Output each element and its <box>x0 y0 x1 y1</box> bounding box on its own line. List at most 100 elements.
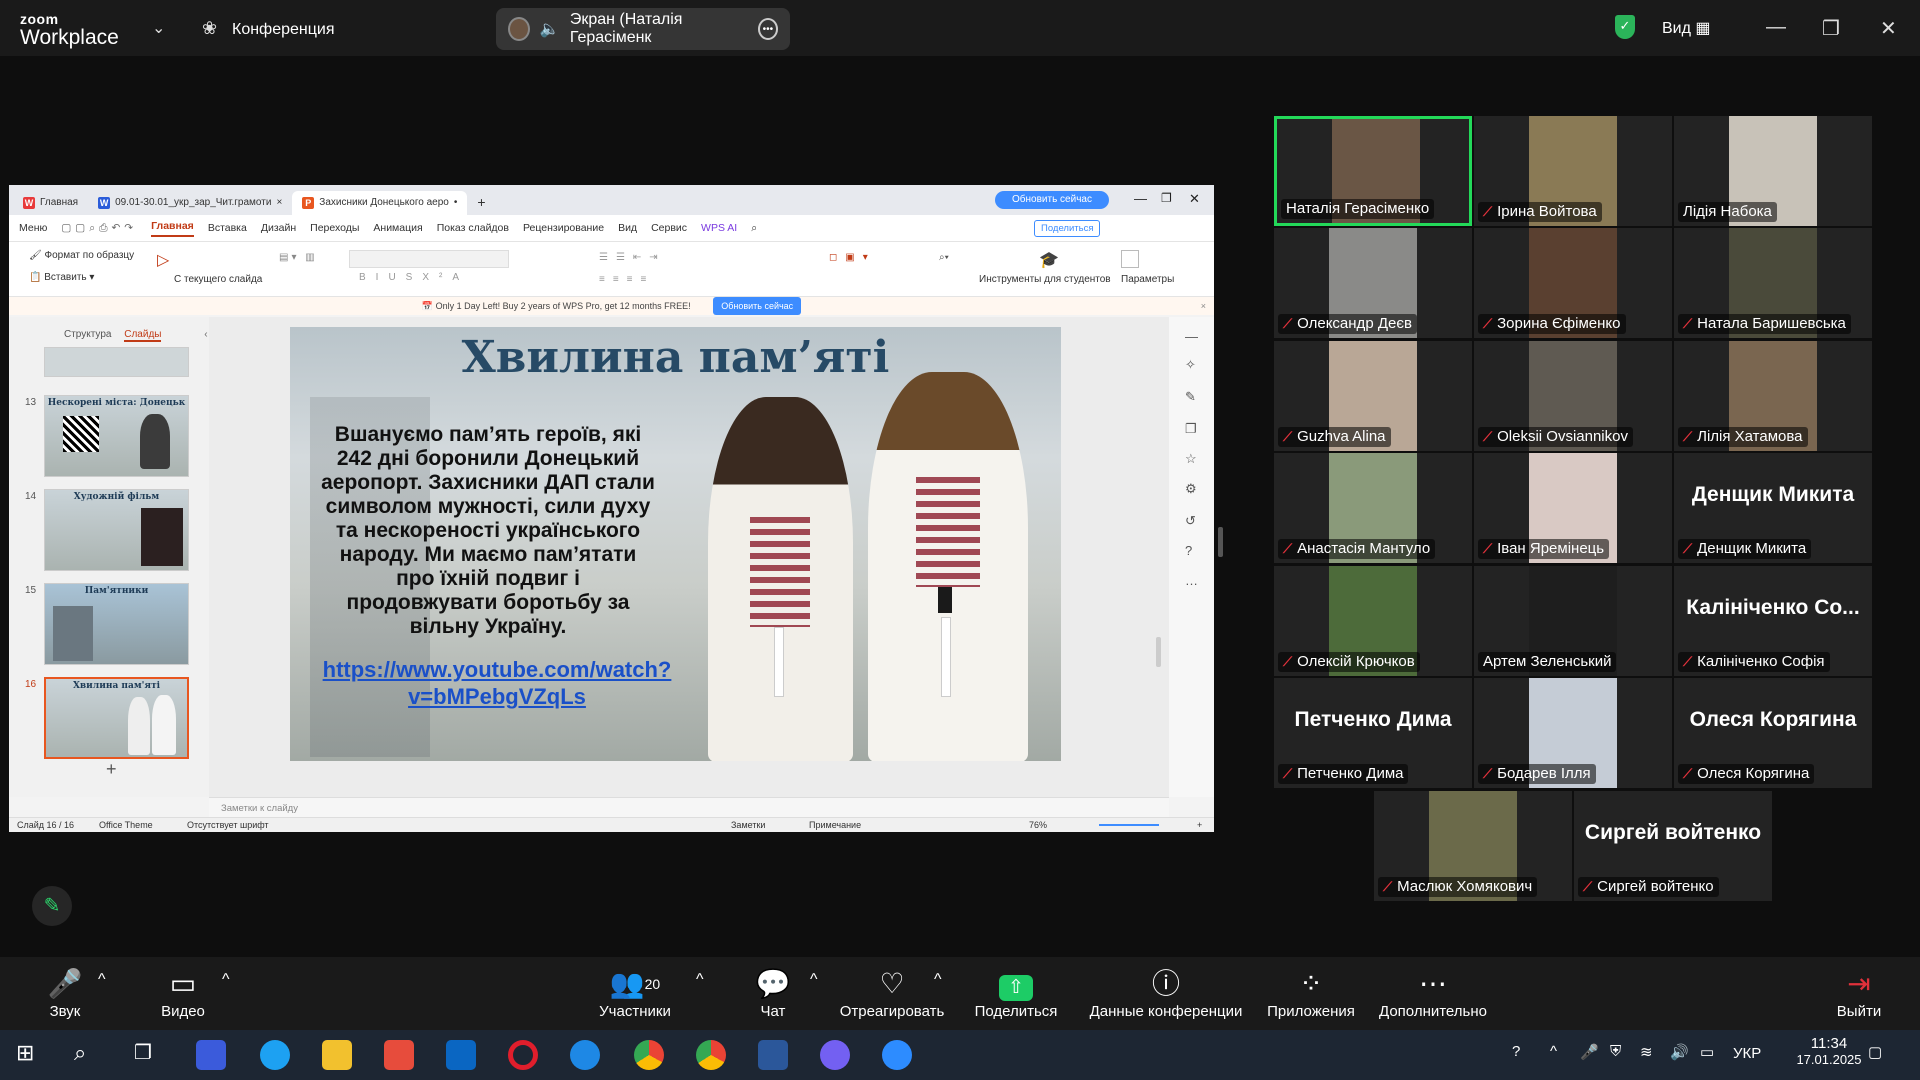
from-current-slide-button[interactable]: С текущего слайда <box>174 274 262 285</box>
restore-icon[interactable]: ❐ <box>1822 16 1840 41</box>
viber-icon[interactable] <box>820 1040 850 1070</box>
more-icon[interactable]: ••• <box>757 18 778 40</box>
participant-tile[interactable]: ⟋ Маслюк Хомякович <box>1374 791 1572 901</box>
menu-item-view[interactable]: Вид <box>618 222 637 234</box>
participant-tile[interactable]: ⟋ Бодарев Ілля <box>1474 678 1672 788</box>
participant-tile[interactable]: ⟋ Олексій Крючков <box>1274 566 1472 676</box>
quick-access-icons[interactable]: ▢▢⌕⎙↶↷ <box>61 222 137 235</box>
new-tab-button[interactable]: + <box>467 191 495 215</box>
save-app-icon[interactable] <box>196 1040 226 1070</box>
wps-tab-home[interactable]: W Главная <box>13 191 88 215</box>
language-indicator[interactable]: УКР <box>1733 1045 1761 1062</box>
magic-icon[interactable]: ✧ <box>1185 357 1196 373</box>
zoom-in-icon[interactable]: + <box>1197 820 1202 830</box>
close-icon[interactable]: ✕ <box>1189 191 1200 207</box>
participant-tile[interactable]: ⟋ Зорина Єфіменко <box>1474 228 1672 338</box>
menu-item-service[interactable]: Сервис <box>651 222 687 234</box>
minimize-icon[interactable]: — <box>1766 16 1786 39</box>
participant-tile[interactable]: ⟋ Іван Яремінець <box>1474 453 1672 563</box>
shape-icons[interactable]: ◻▣▾ <box>829 252 876 263</box>
chat-button[interactable]: 💬 Чат <box>708 967 838 1020</box>
chrome-profile-icon[interactable] <box>696 1040 726 1070</box>
participant-tile[interactable]: ⟋ Лілія Хатамова <box>1674 341 1872 451</box>
chevron-up-icon[interactable]: ^ <box>98 971 106 989</box>
screen-share-indicator[interactable]: 🔈 Экран (Наталія Герасіменк ••• <box>496 8 790 50</box>
menu-item-menu[interactable]: Меню <box>19 222 47 234</box>
zoom-taskbar-icon[interactable] <box>882 1040 912 1070</box>
share-button[interactable]: Поделиться <box>1034 220 1101 237</box>
share-screen-button[interactable]: ⇧ Поделиться <box>951 967 1081 1020</box>
menu-item-design[interactable]: Дизайн <box>261 222 296 234</box>
menu-item-animation[interactable]: Анимация <box>373 222 422 234</box>
chevron-up-icon[interactable]: ^ <box>1550 1043 1557 1060</box>
menu-item-slideshow[interactable]: Показ слайдов <box>437 222 509 234</box>
participant-tile[interactable]: ⟋ Натала Баришевська <box>1674 228 1872 338</box>
annotate-pencil-icon[interactable]: ✎ <box>32 886 72 926</box>
restore-icon[interactable]: ❐ <box>1161 191 1172 205</box>
slide-link[interactable]: https://www.youtube.com/watch? v=bMPebgV… <box>312 656 682 710</box>
battery-icon[interactable]: ▭ <box>1700 1043 1714 1061</box>
participant-tile[interactable]: ⟋ Олександр Деєв <box>1274 228 1472 338</box>
file-explorer-icon[interactable] <box>322 1040 352 1070</box>
notification-icon[interactable]: ▢ <box>1868 1043 1882 1061</box>
chevron-up-icon[interactable]: ^ <box>696 971 704 989</box>
participant-tile[interactable]: Калініченко Со... ⟋ Калініченко Софія <box>1674 566 1872 676</box>
audio-button[interactable]: 🎤 Звук <box>0 967 130 1020</box>
graduation-cap-icon[interactable]: 🎓 <box>1039 250 1059 270</box>
theme-name[interactable]: Office Theme <box>99 820 153 830</box>
slide-thumb-14[interactable]: Художній фільм <box>44 489 189 571</box>
notes-toggle[interactable]: Заметки <box>731 820 765 830</box>
slide-thumb-15[interactable]: Пам'ятники <box>44 583 189 665</box>
security-shield-icon[interactable]: ✓ <box>1615 15 1635 39</box>
font-warning[interactable]: Отсутствует шрифт <box>187 820 269 830</box>
style-icon[interactable]: ✎ <box>1185 389 1196 405</box>
zoom-slider[interactable] <box>1099 824 1159 826</box>
find-icon[interactable]: ⌕▾ <box>939 252 949 263</box>
chevron-up-icon[interactable]: ^ <box>934 971 942 989</box>
play-icon[interactable]: ▷ <box>157 250 169 270</box>
participant-tile[interactable]: Наталія Герасіменко <box>1274 116 1472 226</box>
participant-tile[interactable]: ⟋ Guzhva Alina <box>1274 341 1472 451</box>
promo-update-button[interactable]: Обновить сейчас <box>713 297 802 315</box>
current-slide[interactable]: Хвилина пам’яті Вшануємо пам’ять героїв,… <box>290 327 1061 761</box>
wps-tab-doc[interactable]: W 09.01-30.01_укр_зар_Чит.грамоти × <box>88 191 292 215</box>
close-icon[interactable]: ✕ <box>1880 16 1897 41</box>
search-icon[interactable]: ⌕ <box>751 222 757 235</box>
participants-button[interactable]: 👥20 Участники <box>570 967 700 1020</box>
shield-icon[interactable]: ⛨ <box>1610 1043 1621 1060</box>
more-button[interactable]: ⋯ Дополнительно <box>1368 967 1498 1020</box>
vertical-scrollbar[interactable] <box>1156 637 1161 667</box>
menu-item-review[interactable]: Рецензирование <box>523 222 604 234</box>
edge-icon[interactable] <box>260 1040 290 1070</box>
chevron-up-icon[interactable]: ^ <box>222 971 230 989</box>
tools-for-students-button[interactable]: Инструменты для студентов <box>979 274 1111 285</box>
chevron-up-icon[interactable]: ^ <box>810 971 818 989</box>
history-icon[interactable]: ↺ <box>1185 513 1196 529</box>
add-slide-button[interactable]: + <box>106 759 117 780</box>
participant-tile[interactable]: ⟋ Oleksii Ovsiannikov <box>1474 341 1672 451</box>
menu-item-wps-ai[interactable]: WPS AI <box>701 222 737 234</box>
participant-tile[interactable]: Петченко Дима ⟋ Петченко Дима <box>1274 678 1472 788</box>
copy-icon[interactable]: ❐ <box>1185 421 1197 437</box>
chevron-down-icon[interactable]: ⌄ <box>152 18 165 38</box>
meeting-info-button[interactable]: ⓘ Данные конференции <box>1076 967 1256 1020</box>
wifi-icon[interactable]: ≋ <box>1640 1043 1653 1061</box>
tab-structure[interactable]: Структура <box>64 329 111 340</box>
apps-button[interactable]: ⁘ Приложения <box>1246 967 1376 1020</box>
comment-toggle[interactable]: Примечание <box>809 820 861 830</box>
split-handle[interactable] <box>1218 527 1223 557</box>
slide-thumb-13[interactable]: Нескорені міста: Донецьк <box>44 395 189 477</box>
parameters-button[interactable]: Параметры <box>1121 274 1174 285</box>
outlook-icon[interactable] <box>446 1040 476 1070</box>
windows-start-icon[interactable]: ⊞ <box>16 1040 46 1070</box>
participant-tile[interactable]: Артем Зеленський <box>1474 566 1672 676</box>
participant-tile[interactable]: Лідія Набока <box>1674 116 1872 226</box>
font-name-select[interactable] <box>349 250 509 268</box>
paste-button[interactable]: 📋 Вставить ▾ <box>29 272 94 283</box>
participant-tile[interactable]: Сиргей войтенко ⟋ Сиргей войтенко <box>1574 791 1772 901</box>
menu-item-transitions[interactable]: Переходы <box>310 222 359 234</box>
layout-icons[interactable]: ▤▾ ▥ <box>279 252 318 263</box>
cursor-icon[interactable] <box>1121 250 1139 268</box>
settings-icon[interactable]: ⚙ <box>1185 481 1197 497</box>
tab-slides[interactable]: Слайды <box>124 329 162 342</box>
